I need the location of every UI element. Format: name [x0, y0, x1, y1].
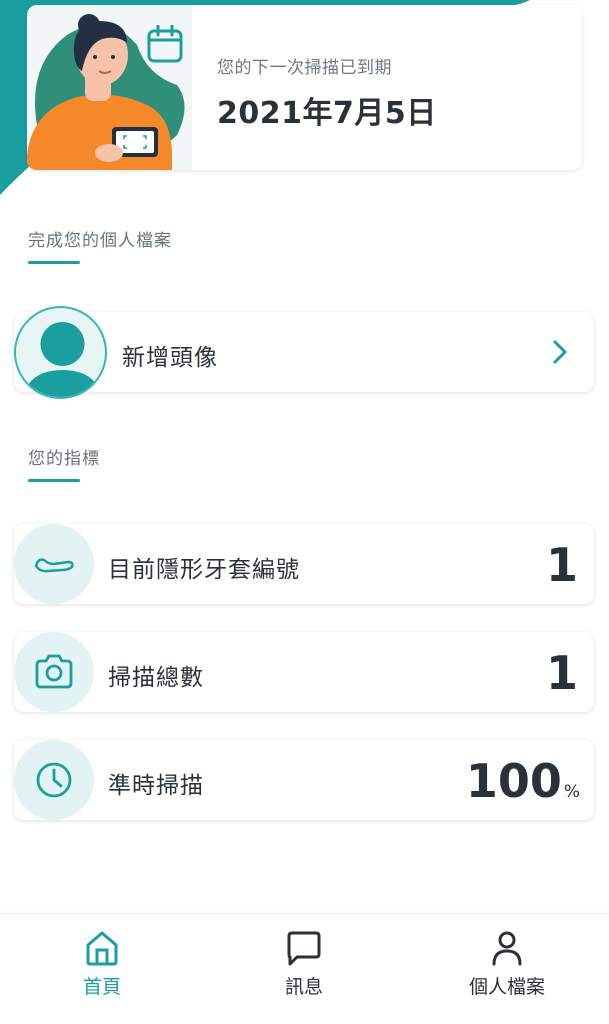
person-icon	[492, 931, 522, 966]
nav-messages[interactable]: 訊息	[244, 928, 364, 999]
profile-section-underline	[28, 261, 80, 264]
calendar-icon	[147, 25, 183, 63]
nav-home-label: 首頁	[82, 976, 121, 998]
nav-profile[interactable]: 個人檔案	[447, 928, 567, 999]
add-avatar-label: 新增頭像	[122, 345, 218, 371]
metric-total-scans-value: 1	[545, 646, 578, 700]
add-avatar-row[interactable]: 新增頭像	[14, 306, 594, 399]
nav-messages-label: 訊息	[284, 976, 323, 998]
next-scan-date: 2021年7月5日	[217, 96, 437, 131]
profile-section-title: 完成您的個人檔案	[28, 231, 172, 251]
nav-home[interactable]: 首頁	[42, 928, 162, 999]
bottom-navigation: 首頁 訊息 個人檔案	[0, 913, 609, 1024]
camera-icon	[35, 654, 73, 689]
metrics-section-title: 您的指標	[28, 449, 100, 469]
metric-on-time-value: 100%	[465, 754, 580, 808]
clock-icon	[36, 762, 72, 798]
next-scan-card[interactable]: 您的下一次掃描已到期 2021年7月5日	[27, 5, 582, 170]
message-icon	[287, 931, 321, 966]
metrics-section-underline	[28, 479, 80, 482]
scan-illustration	[27, 5, 192, 170]
home-icon	[86, 931, 118, 966]
aligner-icon	[34, 558, 74, 573]
chevron-right-icon	[553, 340, 567, 364]
next-scan-caption: 您的下一次掃描已到期	[217, 58, 392, 78]
metric-aligner-label: 目前隱形牙套編號	[108, 557, 300, 583]
avatar-placeholder	[14, 306, 107, 399]
metric-aligner-value: 1	[545, 538, 578, 592]
metric-total-scans-label: 掃描總數	[108, 665, 204, 691]
metric-aligner-number: 目前隱形牙套編號 1	[14, 524, 594, 604]
metric-on-time-label: 準時掃描	[108, 773, 204, 799]
nav-profile-label: 個人檔案	[468, 976, 545, 998]
metric-on-time-scans: 準時掃描 100%	[14, 740, 594, 820]
metric-total-scans: 掃描總數 1	[14, 632, 594, 712]
